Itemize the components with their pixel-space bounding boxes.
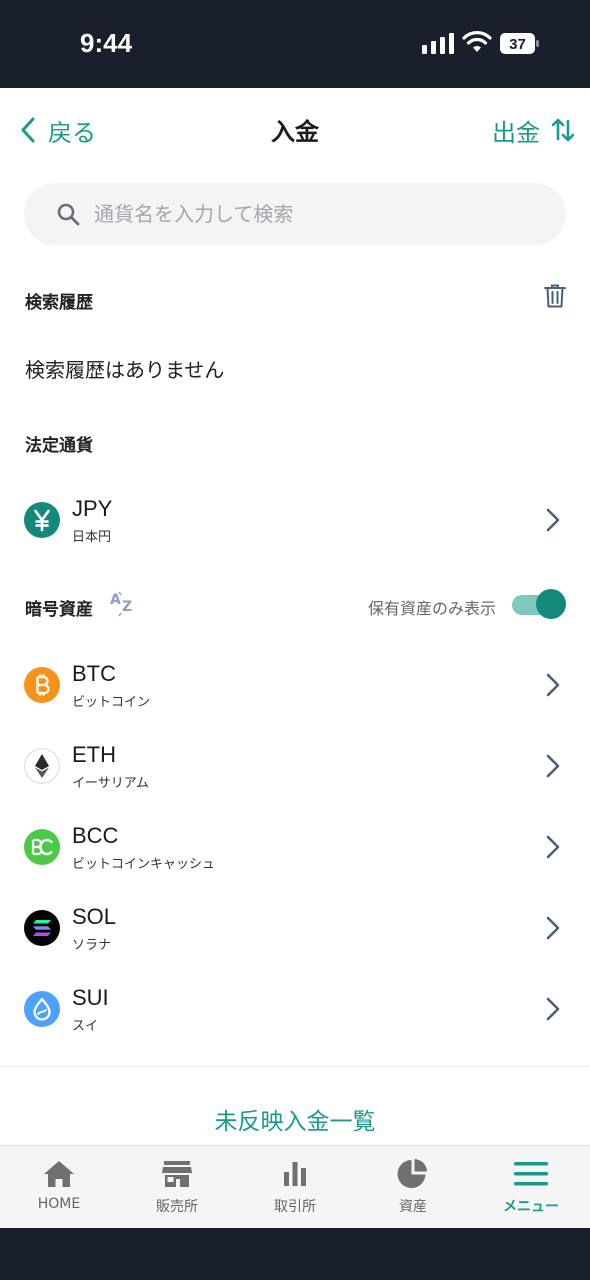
search-icon <box>57 203 80 226</box>
history-empty-text: 検索履歴はありません <box>25 358 225 382</box>
tab-bar: HOME 販売所 取引所 資産 メニュー <box>0 1145 590 1228</box>
yen-icon <box>24 502 60 538</box>
tab-home[interactable]: HOME <box>0 1146 118 1229</box>
home-indicator-area <box>0 1228 590 1280</box>
chevron-right-icon <box>546 754 560 778</box>
currency-name: ソラナ <box>72 938 112 953</box>
pie-chart-icon <box>397 1159 427 1188</box>
battery-level: 37 <box>509 36 526 53</box>
currency-name: ビットコインキャッシュ <box>72 857 216 872</box>
cellular-signal-icon <box>422 33 454 54</box>
svg-text:A: A <box>110 592 121 608</box>
toggle-knob <box>536 589 566 619</box>
withdraw-button[interactable]: 出金 <box>492 110 574 150</box>
status-time: 9:44 <box>80 28 133 58</box>
holdings-only-toggle[interactable] <box>512 589 566 619</box>
currency-row-bcc[interactable]: BCC ビットコインキャッシュ <box>0 811 590 883</box>
menu-icon <box>514 1162 548 1186</box>
search-input[interactable] <box>94 202 514 226</box>
currency-row-eth[interactable]: ETH イーサリアム <box>0 730 590 802</box>
chevron-right-icon <box>546 673 560 697</box>
tab-store[interactable]: 販売所 <box>118 1146 236 1229</box>
currency-code: BTC <box>72 661 116 686</box>
history-title: 検索履歴 <box>25 293 93 313</box>
bar-chart-icon <box>284 1162 306 1186</box>
pending-deposits-link[interactable]: 未反映入金一覧 <box>0 1102 590 1136</box>
currency-name: スイ <box>72 1019 99 1034</box>
currency-row-sol[interactable]: SOL ソラナ <box>0 892 590 964</box>
sort-az-icon[interactable]: A Z <box>108 590 138 618</box>
currency-row-sui[interactable]: SUI スイ <box>0 973 590 1045</box>
tab-label: 販売所 <box>156 1199 198 1215</box>
tab-label: 資産 <box>399 1199 427 1215</box>
chevron-right-icon <box>546 997 560 1021</box>
deposit-screen: 戻る 入金 出金 検索履歴 検索履歴はありません 法定通貨 <box>0 88 590 1228</box>
tab-label: HOME <box>37 1196 81 1212</box>
tab-exchange[interactable]: 取引所 <box>236 1146 354 1229</box>
tab-label: 取引所 <box>274 1199 316 1215</box>
nav-bar: 戻る 入金 出金 <box>0 88 590 170</box>
currency-code: BCC <box>72 823 119 848</box>
currency-name: イーサリアム <box>72 776 149 791</box>
bitcoin-icon <box>24 667 60 703</box>
currency-code: SUI <box>72 985 109 1010</box>
search-bar[interactable] <box>24 183 566 245</box>
status-bar: 9:44 37 <box>0 0 590 88</box>
tab-menu[interactable]: メニュー <box>472 1146 590 1229</box>
swap-arrows-icon <box>552 118 574 142</box>
currency-row-jpy[interactable]: JPY 日本円 <box>0 484 590 556</box>
solana-icon <box>24 910 60 946</box>
currency-name: ビットコイン <box>72 695 151 710</box>
tab-label: メニュー <box>503 1199 559 1215</box>
chevron-right-icon <box>546 508 560 532</box>
chevron-right-icon <box>546 916 560 940</box>
divider <box>0 1066 590 1067</box>
wifi-icon <box>462 31 492 52</box>
currency-code: ETH <box>72 742 116 767</box>
holdings-only-label: 保有資産のみ表示 <box>368 599 497 618</box>
store-icon <box>162 1161 192 1187</box>
currency-code: SOL <box>72 904 117 929</box>
currency-code: JPY <box>72 496 113 521</box>
battery-icon: 37 <box>500 33 539 54</box>
home-icon <box>44 1161 74 1187</box>
sui-icon <box>24 991 60 1027</box>
tab-assets[interactable]: 資産 <box>354 1146 472 1229</box>
withdraw-label: 出金 <box>492 118 540 147</box>
bitcoin-cash-icon <box>24 829 60 865</box>
fiat-title: 法定通貨 <box>25 436 93 456</box>
svg-text:Z: Z <box>122 599 132 615</box>
chevron-right-icon <box>546 835 560 859</box>
currency-name: 日本円 <box>72 530 112 545</box>
ethereum-icon <box>24 748 60 784</box>
trash-icon[interactable] <box>544 284 566 308</box>
crypto-title: 暗号資産 <box>25 600 93 620</box>
currency-row-btc[interactable]: BTC ビットコイン <box>0 649 590 721</box>
